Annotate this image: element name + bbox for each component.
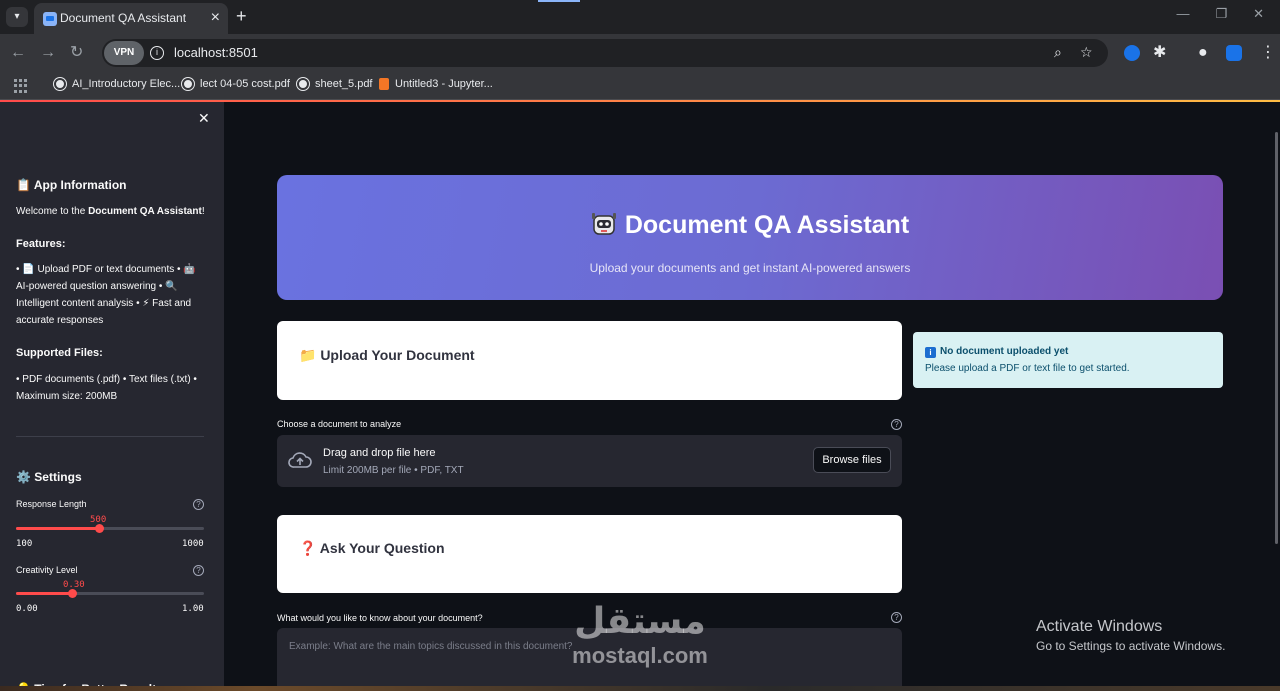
robot-icon bbox=[591, 213, 616, 235]
tab-favicon-icon bbox=[43, 12, 57, 26]
help-icon[interactable]: ? bbox=[193, 499, 204, 510]
slider-fill bbox=[16, 592, 72, 595]
vpn-badge[interactable]: VPN bbox=[104, 41, 144, 65]
creativity-label: Creativity Level bbox=[16, 565, 78, 575]
extension-shield-icon[interactable] bbox=[1124, 45, 1140, 61]
slider-thumb[interactable] bbox=[68, 589, 77, 598]
window-controls: — ❐ ✕ bbox=[1176, 6, 1264, 22]
bookmarks-bar: AI_Introductory Elec... lect 04-05 cost.… bbox=[0, 72, 1280, 100]
supported-heading: Supported Files: bbox=[16, 347, 103, 359]
hero-title-text: Document QA Assistant bbox=[624, 211, 910, 239]
address-bar[interactable]: VPN i localhost:8501 ⌕ ☆ bbox=[102, 39, 1108, 67]
slider-thumb[interactable] bbox=[95, 524, 104, 533]
extension-check-icon[interactable] bbox=[1226, 45, 1242, 61]
info-text: Please upload a PDF or text file to get … bbox=[925, 363, 1130, 374]
url-text[interactable]: localhost:8501 bbox=[174, 45, 258, 60]
app-info-heading: 📋 App Information bbox=[16, 178, 127, 192]
tab-search-button[interactable]: ▾ bbox=[6, 7, 28, 27]
upload-card: 📁 Upload Your Document bbox=[277, 321, 902, 400]
slider-value: 0.30 bbox=[63, 580, 85, 590]
response-length-label: Response Length bbox=[16, 499, 87, 509]
profile-icon[interactable]: ● bbox=[1198, 43, 1208, 63]
slider-min: 0.00 bbox=[16, 604, 38, 614]
supported-text: • PDF documents (.pdf) • Text files (.tx… bbox=[16, 374, 197, 402]
bookmark-label: Untitled3 - Jupyter... bbox=[395, 78, 493, 90]
drop-title: Drag and drop file here bbox=[323, 447, 436, 459]
globe-icon bbox=[54, 78, 66, 90]
creativity-slider[interactable]: 0.30 bbox=[16, 580, 204, 598]
reload-icon[interactable]: ↻ bbox=[70, 43, 83, 63]
question-label: What would you like to know about your d… bbox=[277, 613, 483, 623]
tab-active[interactable]: Document QA Assistant × bbox=[34, 3, 228, 34]
activate-windows-notice: Activate Windows Go to Settings to activ… bbox=[1036, 618, 1225, 653]
upload-label: Choose a document to analyze bbox=[277, 419, 402, 429]
info-icon: i bbox=[925, 347, 936, 358]
watermark-english: mostaql.com bbox=[572, 643, 708, 668]
close-window-icon[interactable]: ✕ bbox=[1253, 6, 1264, 22]
menu-kebab-icon[interactable]: ⋮ bbox=[1260, 43, 1276, 63]
activate-subtitle: Go to Settings to activate Windows. bbox=[1036, 639, 1226, 653]
bookmark-label: lect 04-05 cost.pdf bbox=[200, 78, 290, 90]
slider-value: 500 bbox=[90, 515, 107, 525]
bookmark-label: AI_Introductory Elec... bbox=[72, 78, 181, 90]
extensions-puzzle-icon[interactable]: ✱ bbox=[1153, 43, 1166, 63]
watermark-arabic: مستقل bbox=[574, 601, 706, 642]
ask-card: ❓ Ask Your Question bbox=[277, 515, 902, 593]
bookmark-item[interactable]: sheet_5.pdf bbox=[297, 78, 373, 90]
globe-icon bbox=[297, 78, 309, 90]
slider-fill bbox=[16, 527, 99, 530]
new-tab-button[interactable]: + bbox=[236, 6, 247, 26]
forward-arrow-icon[interactable]: → bbox=[40, 43, 56, 63]
upload-heading: 📁 Upload Your Document bbox=[299, 347, 475, 363]
help-icon[interactable]: ? bbox=[193, 565, 204, 576]
info-alert: i No document uploaded yet Please upload … bbox=[913, 332, 1223, 388]
slider-min: 100 bbox=[16, 539, 33, 549]
bookmark-item[interactable]: lect 04-05 cost.pdf bbox=[182, 78, 290, 90]
cloud-upload-icon bbox=[288, 452, 312, 468]
maximize-icon[interactable]: ❐ bbox=[1215, 6, 1227, 22]
sidebar: ✕ 📋 App Information Welcome to the Docum… bbox=[0, 102, 224, 691]
slider-max: 1.00 bbox=[182, 604, 204, 614]
file-dropzone[interactable]: Drag and drop file here Limit 200MB per … bbox=[277, 435, 902, 487]
sidebar-close-icon[interactable]: ✕ bbox=[198, 110, 210, 127]
settings-heading: ⚙️ Settings bbox=[16, 470, 82, 484]
bookmark-item[interactable]: Untitled3 - Jupyter... bbox=[379, 78, 493, 90]
globe-icon bbox=[182, 78, 194, 90]
question-placeholder: Example: What are the main topics discus… bbox=[289, 641, 573, 652]
tab-indicator bbox=[538, 0, 580, 2]
features-heading: Features: bbox=[16, 238, 66, 250]
browser-toolbar: ← → ↻ VPN i localhost:8501 ⌕ ☆ ✱ ● ⋮ bbox=[0, 34, 1280, 72]
sidebar-divider bbox=[16, 436, 204, 437]
hero-subtitle: Upload your documents and get instant AI… bbox=[589, 261, 911, 275]
bookmark-label: sheet_5.pdf bbox=[315, 78, 373, 90]
browse-files-button[interactable]: Browse files bbox=[813, 447, 891, 473]
info-title: i No document uploaded yet bbox=[925, 346, 1068, 358]
ask-heading: ❓ Ask Your Question bbox=[299, 540, 445, 556]
welcome-text: Welcome to the Document QA Assistant! bbox=[16, 206, 205, 217]
apps-grid-icon[interactable] bbox=[14, 79, 28, 93]
page-scrollbar[interactable] bbox=[1275, 132, 1278, 544]
slider-max: 1000 bbox=[182, 539, 204, 549]
help-icon[interactable]: ? bbox=[891, 612, 902, 623]
features-text: • 📄 Upload PDF or text documents • 🤖 AI-… bbox=[16, 264, 196, 326]
taskbar-edge bbox=[0, 686, 1280, 691]
jupyter-icon bbox=[379, 78, 389, 90]
minimize-icon[interactable]: — bbox=[1176, 6, 1189, 22]
bookmark-item[interactable]: AI_Introductory Elec... bbox=[54, 78, 180, 90]
bookmark-star-icon[interactable]: ☆ bbox=[1080, 44, 1093, 61]
zoom-icon[interactable]: ⌕ bbox=[1054, 44, 1062, 61]
tab-title: Document QA Assistant bbox=[60, 11, 187, 25]
browser-tabbar: ▾ Document QA Assistant × + — ❐ ✕ bbox=[0, 0, 1280, 34]
back-arrow-icon[interactable]: ← bbox=[10, 43, 26, 63]
site-info-icon[interactable]: i bbox=[150, 46, 164, 60]
response-length-slider[interactable]: 500 bbox=[16, 515, 204, 533]
mostaql-watermark: مستقل mostaql.com bbox=[560, 600, 720, 668]
tab-close-icon[interactable]: × bbox=[211, 8, 220, 28]
hero-banner: Document QA Assistant Upload your docume… bbox=[277, 175, 1223, 300]
help-icon[interactable]: ? bbox=[891, 419, 902, 430]
hero-title: Document QA Assistant bbox=[277, 211, 1223, 240]
drop-subtitle: Limit 200MB per file • PDF, TXT bbox=[323, 465, 464, 476]
activate-title: Activate Windows bbox=[1036, 618, 1163, 635]
